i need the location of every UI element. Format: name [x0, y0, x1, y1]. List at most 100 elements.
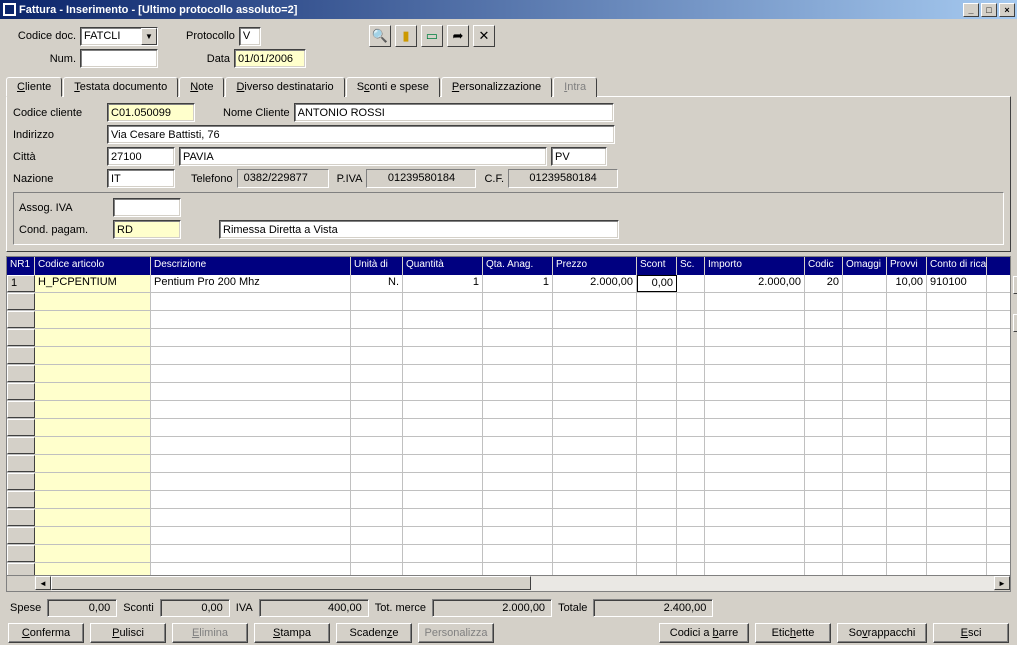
- cell-omaggi[interactable]: [843, 275, 887, 292]
- num-input[interactable]: [80, 49, 158, 68]
- tab-testata[interactable]: Testata documento: [63, 77, 178, 97]
- client-panel: Codice cliente Nome Cliente Indirizzo Ci…: [6, 96, 1011, 252]
- x-icon[interactable]: ✕: [473, 25, 495, 47]
- table-row[interactable]: [7, 491, 1010, 509]
- codici-barre-button[interactable]: Codici a barre: [659, 623, 749, 643]
- cell-qta-anag[interactable]: 1: [483, 275, 553, 292]
- table-row[interactable]: [7, 509, 1010, 527]
- scroll-thumb[interactable]: [51, 576, 531, 590]
- table-row[interactable]: [7, 365, 1010, 383]
- row-down-button[interactable]: ▼: [1013, 314, 1017, 332]
- cell-importo[interactable]: 2.000,00: [705, 275, 805, 292]
- citta-input[interactable]: [179, 147, 547, 166]
- elimina-button: Elimina: [172, 623, 248, 643]
- tab-strip: Cliente Testata documento Note Diverso d…: [0, 70, 1017, 96]
- table-row[interactable]: [7, 527, 1010, 545]
- col-omaggi[interactable]: Omaggi: [843, 257, 887, 275]
- col-importo[interactable]: Importo: [705, 257, 805, 275]
- table-row[interactable]: [7, 563, 1010, 576]
- sovrappacchi-button[interactable]: Sovrappacchi: [837, 623, 927, 643]
- codice-cliente-input[interactable]: [107, 103, 195, 122]
- table-row[interactable]: [7, 419, 1010, 437]
- etichette-button[interactable]: Etichette: [755, 623, 831, 643]
- cell-scont[interactable]: 0,00: [637, 275, 677, 292]
- table-row[interactable]: [7, 311, 1010, 329]
- col-descr[interactable]: Descrizione: [151, 257, 351, 275]
- protocollo-input[interactable]: [239, 27, 261, 46]
- table-row[interactable]: [7, 401, 1010, 419]
- tab-personalizzazione[interactable]: Personalizzazione: [441, 77, 552, 97]
- codice-doc-label: Codice doc.: [10, 30, 76, 42]
- totmerce-label: Tot. merce: [375, 602, 426, 614]
- data-input[interactable]: [234, 49, 306, 68]
- line-grid: NR1 Codice articolo Descrizione Unità di…: [6, 256, 1011, 591]
- table-row[interactable]: 1 H_PCPENTIUM Pentium Pro 200 Mhz N. 1 1…: [7, 275, 1010, 293]
- col-nr[interactable]: NR1: [7, 257, 35, 275]
- col-codic[interactable]: Codic: [805, 257, 843, 275]
- cond-label: Cond. pagam.: [19, 224, 109, 236]
- scadenze-button[interactable]: Scadenze: [336, 623, 412, 643]
- personalizza-button: Personalizza: [418, 623, 494, 643]
- table-row[interactable]: [7, 329, 1010, 347]
- cell-qta[interactable]: 1: [403, 275, 483, 292]
- table-row[interactable]: [7, 437, 1010, 455]
- grid-header: NR1 Codice articolo Descrizione Unità di…: [7, 257, 1010, 275]
- cell-prezzo[interactable]: 2.000,00: [553, 275, 637, 292]
- col-prezzo[interactable]: Prezzo: [553, 257, 637, 275]
- cell-codic[interactable]: 20: [805, 275, 843, 292]
- col-codice[interactable]: Codice articolo: [35, 257, 151, 275]
- conferma-button[interactable]: Conferma: [8, 623, 84, 643]
- col-scont[interactable]: Scont: [637, 257, 677, 275]
- cell-unita[interactable]: N.: [351, 275, 403, 292]
- indirizzo-input[interactable]: [107, 125, 615, 144]
- tab-cliente[interactable]: Cliente: [6, 77, 62, 97]
- find-icon[interactable]: 🔍: [369, 25, 391, 47]
- table-row[interactable]: [7, 473, 1010, 491]
- table-row[interactable]: [7, 545, 1010, 563]
- prov-input[interactable]: [551, 147, 607, 166]
- row-up-button[interactable]: ▲: [1013, 276, 1017, 294]
- cap-input[interactable]: [107, 147, 175, 166]
- sconti-value: 0,00: [160, 599, 230, 617]
- cell-codice[interactable]: H_PCPENTIUM: [35, 275, 151, 292]
- chevron-down-icon[interactable]: ▼: [141, 28, 157, 45]
- stampa-button[interactable]: Stampa: [254, 623, 330, 643]
- minimize-button[interactable]: _: [963, 3, 979, 17]
- table-row[interactable]: [7, 383, 1010, 401]
- tab-note[interactable]: Note: [179, 77, 224, 97]
- col-conto[interactable]: Conto di ricavo: [927, 257, 987, 275]
- note-icon[interactable]: ▮: [395, 25, 417, 47]
- scroll-right-icon[interactable]: ►: [994, 576, 1010, 590]
- cell-provvi[interactable]: 10,00: [887, 275, 927, 292]
- col-provvi[interactable]: Provvi: [887, 257, 927, 275]
- totale-value: 2.400,00: [593, 599, 713, 617]
- book-icon[interactable]: ▭: [421, 25, 443, 47]
- codice-doc-combo[interactable]: ▼: [80, 27, 158, 46]
- assog-label: Assog. IVA: [19, 202, 109, 214]
- col-qta-anag[interactable]: Qta. Anag.: [483, 257, 553, 275]
- cell-conto[interactable]: 910100: [927, 275, 987, 292]
- scroll-left-icon[interactable]: ◄: [35, 576, 51, 590]
- pulisci-button[interactable]: Pulisci: [90, 623, 166, 643]
- col-sc[interactable]: Sc.: [677, 257, 705, 275]
- close-button[interactable]: ×: [999, 3, 1015, 17]
- maximize-button[interactable]: □: [981, 3, 997, 17]
- assog-input[interactable]: [113, 198, 181, 217]
- cell-sc[interactable]: [677, 275, 705, 292]
- grid-hscroll[interactable]: ◄ ►: [6, 576, 1011, 592]
- telefono-label: Telefono: [191, 173, 233, 185]
- table-row[interactable]: [7, 347, 1010, 365]
- cond-input[interactable]: [113, 220, 181, 239]
- col-qta[interactable]: Quantità: [403, 257, 483, 275]
- nazione-input[interactable]: [107, 169, 175, 188]
- esci-button[interactable]: Esci: [933, 623, 1009, 643]
- table-row[interactable]: [7, 455, 1010, 473]
- codice-cliente-label: Codice cliente: [13, 107, 103, 119]
- table-row[interactable]: [7, 293, 1010, 311]
- forward-icon[interactable]: ➦: [447, 25, 469, 47]
- tab-diverso[interactable]: Diverso destinatario: [225, 77, 344, 97]
- cell-descr[interactable]: Pentium Pro 200 Mhz: [151, 275, 351, 292]
- col-unita[interactable]: Unità di: [351, 257, 403, 275]
- tab-sconti[interactable]: Sconti e spese: [346, 77, 440, 97]
- nome-cliente-input[interactable]: [294, 103, 614, 122]
